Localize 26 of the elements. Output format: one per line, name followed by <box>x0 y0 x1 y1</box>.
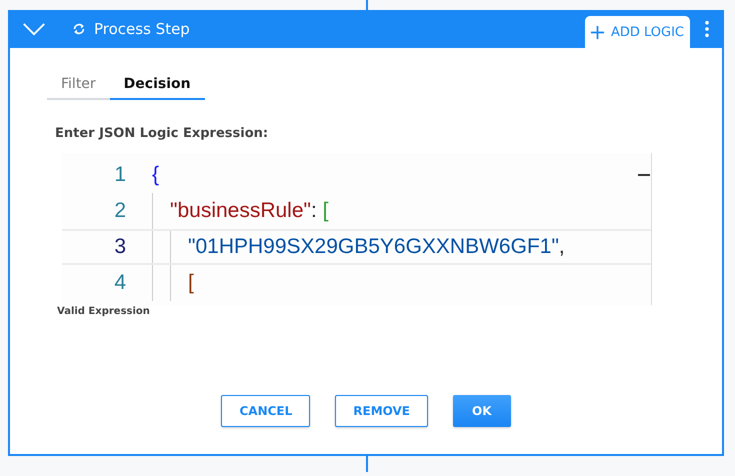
dialog-button[interactable]: OK <box>453 395 511 427</box>
editor-label: Enter JSON Logic Expression: <box>55 126 270 141</box>
tab[interactable]: Filter <box>47 72 110 100</box>
dialog-button[interactable]: CANCEL <box>221 395 310 427</box>
more-icon[interactable] <box>704 20 710 38</box>
code-token: [ <box>188 271 194 295</box>
code-token: { <box>152 163 160 187</box>
ruler-mark <box>638 174 650 176</box>
line-number: 4 <box>113 271 126 295</box>
code-editor[interactable]: 1 { 2 "businessRule": [ 3 "01HPH99SX29GB5Y6GXXNBW6GF1", 4 [ <box>62 153 652 305</box>
line-number: 1 <box>113 163 126 187</box>
plus-icon <box>590 24 605 40</box>
chevron-icon[interactable] <box>22 22 46 36</box>
code-token: : <box>310 199 318 223</box>
code-token: "businessRule" <box>170 199 311 223</box>
add-logic-button[interactable]: ADD LOGIC <box>584 16 690 48</box>
tab[interactable]: Decision <box>110 72 205 100</box>
refresh-icon <box>72 22 86 36</box>
code-token: [ <box>322 199 328 223</box>
validation-status: Valid Expression <box>57 306 151 317</box>
step-title: Process Step <box>94 20 190 38</box>
code-token: "01HPH99SX29GB5Y6GXXNBW6GF1" <box>188 235 559 259</box>
code-token: , <box>558 235 565 259</box>
dialog-button[interactable]: REMOVE <box>335 395 428 427</box>
line-number: 3 <box>113 235 126 259</box>
line-number: 2 <box>113 199 126 223</box>
